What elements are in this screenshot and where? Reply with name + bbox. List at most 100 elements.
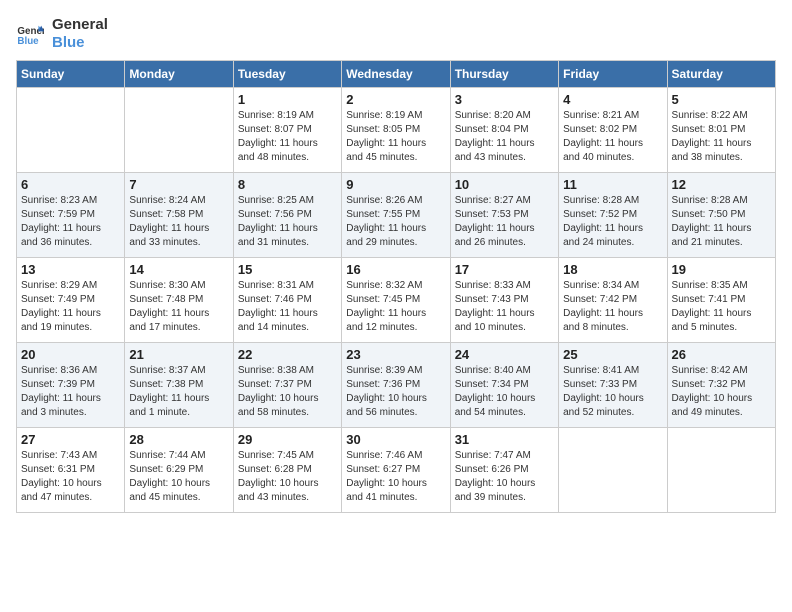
day-number: 21 (129, 347, 228, 362)
day-number: 5 (672, 92, 771, 107)
day-info: Sunrise: 8:39 AM Sunset: 7:36 PM Dayligh… (346, 364, 445, 420)
day-cell: 17 Sunrise: 8:33 AM Sunset: 7:43 PM Dayli… (450, 258, 558, 343)
day-number: 15 (238, 262, 337, 277)
logo-general: General (52, 16, 108, 34)
day-info: Sunrise: 7:46 AM Sunset: 6:27 PM Dayligh… (346, 449, 445, 505)
day-number: 30 (346, 432, 445, 447)
day-cell: 9Sunrise: 8:26 AM Sunset: 7:55 PM Daylig… (342, 173, 450, 258)
day-number: 25 (563, 347, 662, 362)
day-number: 23 (346, 347, 445, 362)
day-number: 16 (346, 262, 445, 277)
day-number: 8 (238, 177, 337, 192)
day-info: Sunrise: 8:19 AM Sunset: 8:05 PM Dayligh… (346, 109, 445, 165)
day-number: 13 (21, 262, 120, 277)
calendar: SundayMondayTuesdayWednesdayThursdayFrid… (16, 60, 776, 513)
day-info: Sunrise: 8:32 AM Sunset: 7:45 PM Dayligh… (346, 279, 445, 335)
day-cell: 1 Sunrise: 8:19 AM Sunset: 8:07 PM Daylig… (233, 88, 341, 173)
day-number: 11 (563, 177, 662, 192)
day-info: Sunrise: 7:43 AM Sunset: 6:31 PM Dayligh… (21, 449, 120, 505)
day-info: Sunrise: 8:23 AM Sunset: 7:59 PM Dayligh… (21, 194, 120, 250)
day-cell: 13 Sunrise: 8:29 AM Sunset: 7:49 PM Dayli… (17, 258, 125, 343)
day-cell: 31 Sunrise: 7:47 AM Sunset: 6:26 PM Dayli… (450, 428, 558, 513)
day-number: 18 (563, 262, 662, 277)
day-info: Sunrise: 8:27 AM Sunset: 7:53 PM Dayligh… (455, 194, 554, 250)
day-cell (667, 428, 775, 513)
day-info: Sunrise: 8:21 AM Sunset: 8:02 PM Dayligh… (563, 109, 662, 165)
day-info: Sunrise: 8:41 AM Sunset: 7:33 PM Dayligh… (563, 364, 662, 420)
day-info: Sunrise: 8:38 AM Sunset: 7:37 PM Dayligh… (238, 364, 337, 420)
day-cell (559, 428, 667, 513)
day-cell: 25 Sunrise: 8:41 AM Sunset: 7:33 PM Dayli… (559, 343, 667, 428)
day-cell: 27 Sunrise: 7:43 AM Sunset: 6:31 PM Dayli… (17, 428, 125, 513)
weekday-header-monday: Monday (125, 61, 233, 88)
day-cell: 18 Sunrise: 8:34 AM Sunset: 7:42 PM Dayli… (559, 258, 667, 343)
day-cell: 28 Sunrise: 7:44 AM Sunset: 6:29 PM Dayli… (125, 428, 233, 513)
week-row-5: 27 Sunrise: 7:43 AM Sunset: 6:31 PM Dayli… (17, 428, 776, 513)
day-cell: 10 Sunrise: 8:27 AM Sunset: 7:53 PM Dayli… (450, 173, 558, 258)
day-number: 19 (672, 262, 771, 277)
weekday-header-row: SundayMondayTuesdayWednesdayThursdayFrid… (17, 61, 776, 88)
day-cell: 5 Sunrise: 8:22 AM Sunset: 8:01 PM Daylig… (667, 88, 775, 173)
day-number: 2 (346, 92, 445, 107)
day-cell: 2 Sunrise: 8:19 AM Sunset: 8:05 PM Daylig… (342, 88, 450, 173)
header: General Blue General Blue (16, 16, 776, 52)
week-row-1: 1 Sunrise: 8:19 AM Sunset: 8:07 PM Daylig… (17, 88, 776, 173)
day-number: 29 (238, 432, 337, 447)
day-cell (17, 88, 125, 173)
day-number: 28 (129, 432, 228, 447)
day-number: 20 (21, 347, 120, 362)
day-number: 10 (455, 177, 554, 192)
weekday-header-thursday: Thursday (450, 61, 558, 88)
day-info: Sunrise: 7:44 AM Sunset: 6:29 PM Dayligh… (129, 449, 228, 505)
day-info: Sunrise: 8:40 AM Sunset: 7:34 PM Dayligh… (455, 364, 554, 420)
day-info: Sunrise: 8:24 AM Sunset: 7:58 PM Dayligh… (129, 194, 228, 250)
logo-icon: General Blue (16, 20, 44, 48)
day-cell: 3 Sunrise: 8:20 AM Sunset: 8:04 PM Daylig… (450, 88, 558, 173)
day-info: Sunrise: 8:37 AM Sunset: 7:38 PM Dayligh… (129, 364, 228, 420)
week-row-2: 6 Sunrise: 8:23 AM Sunset: 7:59 PM Daylig… (17, 173, 776, 258)
day-cell: 15Sunrise: 8:31 AM Sunset: 7:46 PM Dayli… (233, 258, 341, 343)
weekday-header-saturday: Saturday (667, 61, 775, 88)
day-info: Sunrise: 7:47 AM Sunset: 6:26 PM Dayligh… (455, 449, 554, 505)
week-row-4: 20 Sunrise: 8:36 AM Sunset: 7:39 PM Dayli… (17, 343, 776, 428)
day-info: Sunrise: 8:22 AM Sunset: 8:01 PM Dayligh… (672, 109, 771, 165)
weekday-header-friday: Friday (559, 61, 667, 88)
day-cell: 21 Sunrise: 8:37 AM Sunset: 7:38 PM Dayli… (125, 343, 233, 428)
weekday-header-tuesday: Tuesday (233, 61, 341, 88)
day-number: 27 (21, 432, 120, 447)
day-number: 3 (455, 92, 554, 107)
weekday-header-sunday: Sunday (17, 61, 125, 88)
logo: General Blue General Blue (16, 16, 108, 52)
day-info: Sunrise: 8:34 AM Sunset: 7:42 PM Dayligh… (563, 279, 662, 335)
logo-blue: Blue (52, 34, 108, 52)
day-info: Sunrise: 8:20 AM Sunset: 8:04 PM Dayligh… (455, 109, 554, 165)
day-cell: 29Sunrise: 7:45 AM Sunset: 6:28 PM Dayli… (233, 428, 341, 513)
day-number: 26 (672, 347, 771, 362)
day-cell: 24 Sunrise: 8:40 AM Sunset: 7:34 PM Dayli… (450, 343, 558, 428)
day-cell: 11 Sunrise: 8:28 AM Sunset: 7:52 PM Dayli… (559, 173, 667, 258)
svg-text:Blue: Blue (17, 36, 39, 47)
day-cell (125, 88, 233, 173)
day-number: 4 (563, 92, 662, 107)
day-info: Sunrise: 8:30 AM Sunset: 7:48 PM Dayligh… (129, 279, 228, 335)
day-info: Sunrise: 8:19 AM Sunset: 8:07 PM Dayligh… (238, 109, 337, 165)
day-info: Sunrise: 8:35 AM Sunset: 7:41 PM Dayligh… (672, 279, 771, 335)
day-number: 24 (455, 347, 554, 362)
day-info: Sunrise: 8:29 AM Sunset: 7:49 PM Dayligh… (21, 279, 120, 335)
day-cell: 23 Sunrise: 8:39 AM Sunset: 7:36 PM Dayli… (342, 343, 450, 428)
day-info: Sunrise: 8:36 AM Sunset: 7:39 PM Dayligh… (21, 364, 120, 420)
day-number: 12 (672, 177, 771, 192)
weekday-header-wednesday: Wednesday (342, 61, 450, 88)
day-number: 31 (455, 432, 554, 447)
day-cell: 26Sunrise: 8:42 AM Sunset: 7:32 PM Dayli… (667, 343, 775, 428)
day-cell: 22Sunrise: 8:38 AM Sunset: 7:37 PM Dayli… (233, 343, 341, 428)
day-info: Sunrise: 8:33 AM Sunset: 7:43 PM Dayligh… (455, 279, 554, 335)
day-cell: 7Sunrise: 8:24 AM Sunset: 7:58 PM Daylig… (125, 173, 233, 258)
day-number: 6 (21, 177, 120, 192)
day-cell: 8Sunrise: 8:25 AM Sunset: 7:56 PM Daylig… (233, 173, 341, 258)
day-cell: 16 Sunrise: 8:32 AM Sunset: 7:45 PM Dayli… (342, 258, 450, 343)
day-number: 17 (455, 262, 554, 277)
day-number: 1 (238, 92, 337, 107)
day-info: Sunrise: 8:28 AM Sunset: 7:52 PM Dayligh… (563, 194, 662, 250)
day-info: Sunrise: 8:28 AM Sunset: 7:50 PM Dayligh… (672, 194, 771, 250)
